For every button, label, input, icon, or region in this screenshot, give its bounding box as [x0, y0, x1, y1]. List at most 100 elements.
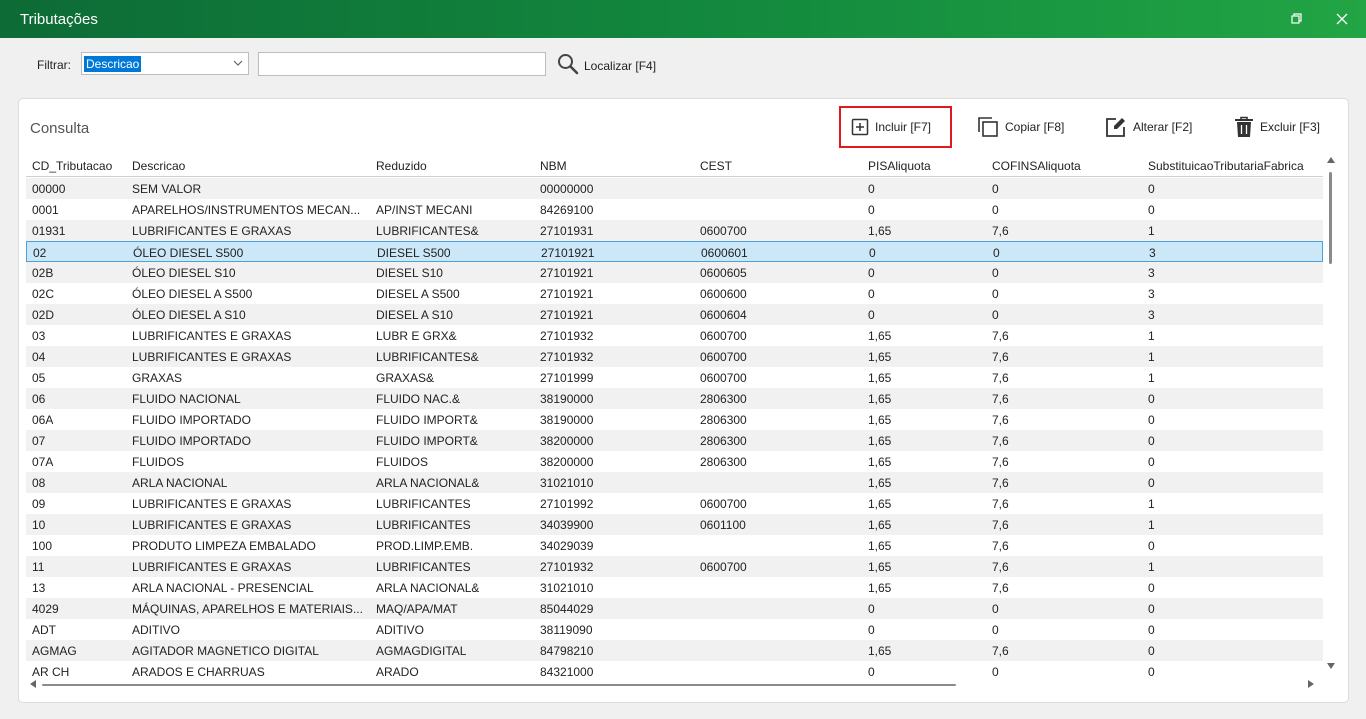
- cell-cofins: 7,6: [992, 518, 1009, 532]
- cell-cest: 2806300: [700, 392, 747, 406]
- copiar-label: Copiar [F8]: [1005, 120, 1065, 134]
- cell-cofins: 7,6: [992, 371, 1009, 385]
- cell-cofins: 7,6: [992, 350, 1009, 364]
- cell-nbm: 34029039: [540, 539, 594, 553]
- col-header-descricao[interactable]: Descricao: [132, 159, 185, 173]
- horizontal-scrollbar[interactable]: [26, 679, 1323, 691]
- col-header-nbm[interactable]: NBM: [540, 159, 567, 173]
- table-row[interactable]: 08 ARLA NACIONAL ARLA NACIONAL& 31021010 1,6…: [26, 472, 1323, 493]
- col-header-cofins[interactable]: COFINSAliquota: [992, 159, 1081, 173]
- vertical-scroll-thumb[interactable]: [1329, 172, 1332, 264]
- table-row[interactable]: AGMAG AGITADOR MAGNETICO DIGITAL AGMAGDIGI…: [26, 640, 1323, 661]
- table-row[interactable]: 03 LUBRIFICANTES E GRAXAS LUBR E GRX& 27101…: [26, 325, 1323, 346]
- table-row[interactable]: 11 LUBRIFICANTES E GRAXAS LUBRIFICANTES 271…: [26, 556, 1323, 577]
- table-row[interactable]: 07 FLUIDO IMPORTADO FLUIDO IMPORT& 38200000…: [26, 430, 1323, 451]
- cell-pis: 1,65: [868, 455, 892, 469]
- copy-icon: [978, 117, 998, 137]
- scroll-left-icon[interactable]: [30, 680, 36, 688]
- cell-cd-tributacao: 06A: [32, 413, 54, 427]
- table-row[interactable]: 02B ÓLEO DIESEL S10 DIESEL S10 27101921 0600…: [26, 262, 1323, 283]
- cell-substituicao: 0: [1148, 665, 1155, 679]
- cell-cofins: 7,6: [992, 392, 1009, 406]
- cell-descricao: ÓLEO DIESEL A S10: [132, 308, 246, 322]
- cell-cd-tributacao: AR CH: [32, 665, 70, 679]
- table-row[interactable]: 09 LUBRIFICANTES E GRAXAS LUBRIFICANTES 271…: [26, 493, 1323, 514]
- cell-substituicao: 0: [1148, 476, 1155, 490]
- table-row[interactable]: 4029 MÁQUINAS, APARELHOS E MATERIAIS... MA…: [26, 598, 1323, 619]
- locate-button[interactable]: Localizar [F4]: [557, 51, 656, 77]
- cell-pis: 1,65: [868, 644, 892, 658]
- cell-cd-tributacao: 4029: [32, 602, 59, 616]
- close-button[interactable]: [1320, 0, 1364, 38]
- cell-cofins: 0: [992, 203, 999, 217]
- cell-descricao: ÓLEO DIESEL S500: [133, 246, 244, 260]
- search-input[interactable]: [258, 52, 546, 76]
- horizontal-scroll-thumb[interactable]: [42, 684, 956, 686]
- cell-descricao: ARLA NACIONAL: [132, 476, 228, 490]
- cell-cd-tributacao: 07A: [32, 455, 54, 469]
- col-header-substituicao[interactable]: SubstituicaoTributariaFabrica: [1148, 159, 1304, 173]
- cell-pis: 0: [868, 287, 875, 301]
- cell-cofins: 7,6: [992, 224, 1009, 238]
- cell-substituicao: 1: [1148, 497, 1155, 511]
- filter-field-select[interactable]: Descricao: [81, 52, 249, 75]
- cell-nbm: 27101932: [540, 329, 594, 343]
- table-row[interactable]: 13 ARLA NACIONAL - PRESENCIAL ARLA NACIONA…: [26, 577, 1323, 598]
- table-row[interactable]: 06 FLUIDO NACIONAL FLUIDO NAC.& 38190000 280…: [26, 388, 1323, 409]
- cell-nbm: 27101931: [540, 224, 594, 238]
- vertical-scrollbar[interactable]: [1325, 155, 1337, 679]
- table-row[interactable]: 100 PRODUTO LIMPEZA EMBALADO PROD.LIMP.EMB…: [26, 535, 1323, 556]
- cell-cd-tributacao: 08: [32, 476, 46, 490]
- panel-title: Consulta: [30, 120, 90, 137]
- table-row[interactable]: ADT ADITIVO ADITIVO 38119090 0 0 0: [26, 619, 1323, 640]
- cell-reduzido: DIESEL A S10: [376, 308, 453, 322]
- scroll-right-icon[interactable]: [1308, 680, 1314, 688]
- table-row[interactable]: 00000 SEM VALOR 00000000 0 0 0: [26, 178, 1323, 199]
- cell-nbm: 38190000: [540, 392, 594, 406]
- cell-cest: 0600700: [700, 329, 747, 343]
- incluir-button[interactable]: Incluir [F7]: [839, 106, 952, 148]
- table-row[interactable]: AR CH ARADOS E CHARRUAS ARADO 84321000 0 0 0: [26, 661, 1323, 679]
- cell-descricao: FLUIDO NACIONAL: [132, 392, 241, 406]
- table-row[interactable]: 06A FLUIDO IMPORTADO FLUIDO IMPORT& 3819000…: [26, 409, 1323, 430]
- restore-icon: [1291, 13, 1302, 24]
- cell-reduzido: LUBRIFICANTES&: [376, 350, 479, 364]
- cell-reduzido: MAQ/APA/MAT: [376, 602, 458, 616]
- cell-reduzido: DIESEL A S500: [376, 287, 460, 301]
- table-row[interactable]: 07A FLUIDOS FLUIDOS 38200000 2806300 1,65 7,6 0: [26, 451, 1323, 472]
- cell-nbm: 34039900: [540, 518, 594, 532]
- table-row[interactable]: 02D ÓLEO DIESEL A S10 DIESEL A S10 27101921…: [26, 304, 1323, 325]
- table-row[interactable]: 04 LUBRIFICANTES E GRAXAS LUBRIFICANTES& 27…: [26, 346, 1323, 367]
- tributacoes-grid[interactable]: CD_Tributacao Descricao Reduzido NBM CES…: [26, 155, 1323, 679]
- cell-cest: 0600700: [700, 371, 747, 385]
- locate-label: Localizar [F4]: [584, 59, 657, 73]
- cell-cofins: 0: [992, 602, 999, 616]
- excluir-label: Excluir [F3]: [1260, 120, 1321, 134]
- cell-nbm: 84269100: [540, 203, 594, 217]
- cell-cest: 0601100: [700, 518, 746, 532]
- alterar-button[interactable]: Alterar [F2]: [1105, 106, 1192, 148]
- search-icon: [558, 54, 579, 75]
- scroll-down-icon[interactable]: [1327, 663, 1335, 669]
- restore-button[interactable]: [1275, 0, 1319, 38]
- cell-reduzido: LUBR E GRX&: [376, 329, 457, 343]
- cell-cest: 0600600: [700, 287, 747, 301]
- table-row[interactable]: 05 GRAXAS GRAXAS& 27101999 0600700 1,65 7,6 1: [26, 367, 1323, 388]
- table-row[interactable]: 02C ÓLEO DIESEL A S500 DIESEL A S500 271019…: [26, 283, 1323, 304]
- col-header-cd-tributacao[interactable]: CD_Tributacao: [32, 159, 112, 173]
- scroll-up-icon[interactable]: [1327, 157, 1335, 163]
- table-row[interactable]: 0001 APARELHOS/INSTRUMENTOS MECAN... AP/IN…: [26, 199, 1323, 220]
- col-header-pis[interactable]: PISAliquota: [868, 159, 931, 173]
- col-header-reduzido[interactable]: Reduzido: [376, 159, 427, 173]
- table-row[interactable]: 10 LUBRIFICANTES E GRAXAS LUBRIFICANTES 340…: [26, 514, 1323, 535]
- copiar-button[interactable]: Copiar [F8]: [977, 106, 1064, 148]
- cell-reduzido: FLUIDO NAC.&: [376, 392, 461, 406]
- excluir-button[interactable]: Excluir [F3]: [1234, 106, 1320, 148]
- table-row[interactable]: 02 ÓLEO DIESEL S500 DIESEL S500 27101921 060…: [26, 241, 1323, 262]
- cell-cest: 0600601: [701, 246, 748, 260]
- cell-descricao: ÓLEO DIESEL A S500: [132, 287, 253, 301]
- col-header-cest[interactable]: CEST: [700, 159, 732, 173]
- table-row[interactable]: 01931 LUBRIFICANTES E GRAXAS LUBRIFICANTES…: [26, 220, 1323, 241]
- cell-substituicao: 0: [1148, 455, 1155, 469]
- cell-cofins: 0: [993, 246, 1000, 260]
